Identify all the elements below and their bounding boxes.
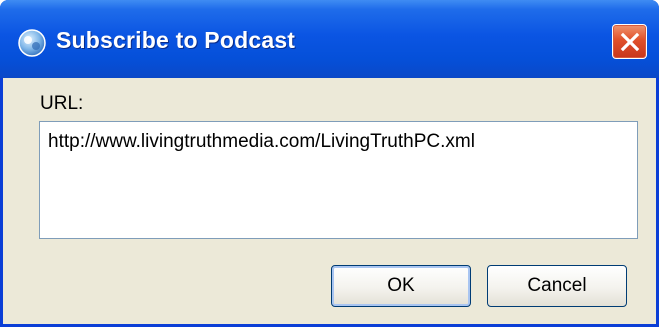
- dialog-body: URL: http://www.livingtruthmedia.com/Liv…: [3, 78, 656, 324]
- url-label: URL:: [40, 93, 84, 114]
- ok-button[interactable]: OK: [331, 265, 471, 307]
- title-bar[interactable]: Subscribe to Podcast: [0, 0, 659, 78]
- podcast-globe-icon: [17, 28, 47, 58]
- subscribe-dialog: Subscribe to Podcast URL: http://www.liv…: [0, 0, 659, 327]
- cancel-button[interactable]: Cancel: [487, 265, 627, 307]
- url-input[interactable]: http://www.livingtruthmedia.com/LivingTr…: [39, 121, 638, 239]
- window-title: Subscribe to Podcast: [56, 27, 296, 53]
- close-button[interactable]: [612, 24, 647, 59]
- close-icon: [620, 32, 640, 52]
